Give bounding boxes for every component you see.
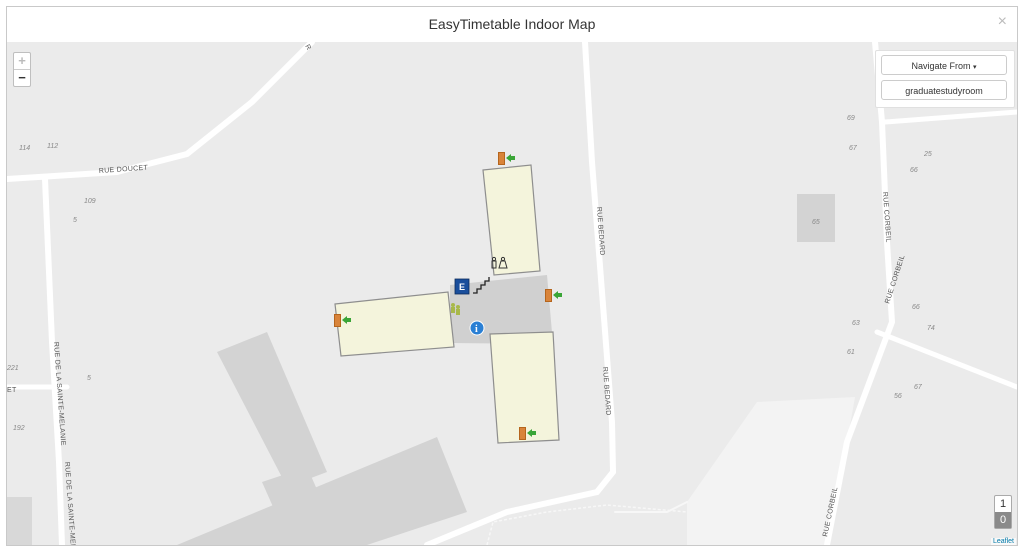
caret-down-icon: ▾ (973, 64, 977, 71)
map-view[interactable]: RUE DOUCET RUE BEDARD RUE BEDARD RUE COR… (7, 42, 1017, 545)
house-number: 61 (847, 349, 855, 356)
street-label-partial-left: ET (7, 387, 17, 394)
house-number: 112 (47, 143, 58, 150)
house-number: 192 (13, 425, 25, 432)
house-number: 63 (852, 320, 860, 327)
zoom-control: + − (13, 52, 31, 87)
map-canvas[interactable]: RUE DOUCET RUE BEDARD RUE BEDARD RUE COR… (7, 42, 1017, 545)
room-west[interactable] (334, 291, 455, 357)
info-icon[interactable]: i (469, 320, 485, 336)
room-south[interactable] (489, 331, 560, 444)
navigate-from-label: Navigate From (911, 61, 971, 71)
level-button-1[interactable]: 1 (995, 496, 1011, 512)
building-block (177, 437, 467, 545)
house-number: 109 (84, 198, 96, 205)
modal-title: EasyTimetable Indoor Map (428, 16, 596, 32)
elevator-letter: E (459, 282, 465, 292)
house-number: 74 (927, 325, 935, 332)
house-number: 221 (7, 365, 19, 372)
street-label-sainte-melanie-2: RUE DE LA SAINTE-MELA (63, 462, 76, 545)
street-label-doucet: RUE DOUCET (99, 165, 149, 175)
navigate-from-dropdown[interactable]: Navigate From ▾ (881, 55, 1007, 75)
zoom-out-button[interactable]: − (14, 70, 30, 86)
close-icon[interactable]: × (998, 13, 1007, 31)
elevator-icon[interactable]: E (454, 278, 470, 295)
modal-header: EasyTimetable Indoor Map × (7, 7, 1017, 43)
room-north[interactable] (482, 164, 541, 276)
building-block (217, 332, 327, 487)
house-number: 67 (914, 384, 923, 391)
house-number: 66 (912, 304, 920, 311)
building-block (797, 194, 835, 242)
house-number: 67 (849, 145, 858, 152)
house-number: 25 (923, 151, 932, 158)
house-number: 66 (910, 167, 918, 174)
zoom-in-button[interactable]: + (14, 53, 30, 70)
level-button-0[interactable]: 0 (995, 512, 1011, 528)
entrance-door-icon[interactable] (498, 152, 515, 165)
building-block (7, 497, 32, 545)
house-number: 5 (73, 217, 77, 224)
street-label-corbeil-top: RUE CORBEIL (881, 192, 892, 243)
indoor-map-modal: EasyTimetable Indoor Map × RUE DOUCET RU… (6, 6, 1018, 546)
entrance-door-icon[interactable] (545, 289, 562, 302)
house-number: 114 (19, 145, 30, 152)
house-number: 65 (812, 219, 820, 226)
navigation-panel: Navigate From ▾ graduatestudyroom (875, 50, 1015, 108)
info-letter: i (475, 324, 478, 335)
level-switcher: 1 0 (994, 495, 1012, 529)
attribution-link[interactable]: Leaflet (990, 538, 1016, 545)
house-number: 5 (87, 375, 91, 382)
house-number: 56 (894, 393, 902, 400)
room-button[interactable]: graduatestudyroom (881, 80, 1007, 100)
house-number: 69 (847, 115, 855, 122)
